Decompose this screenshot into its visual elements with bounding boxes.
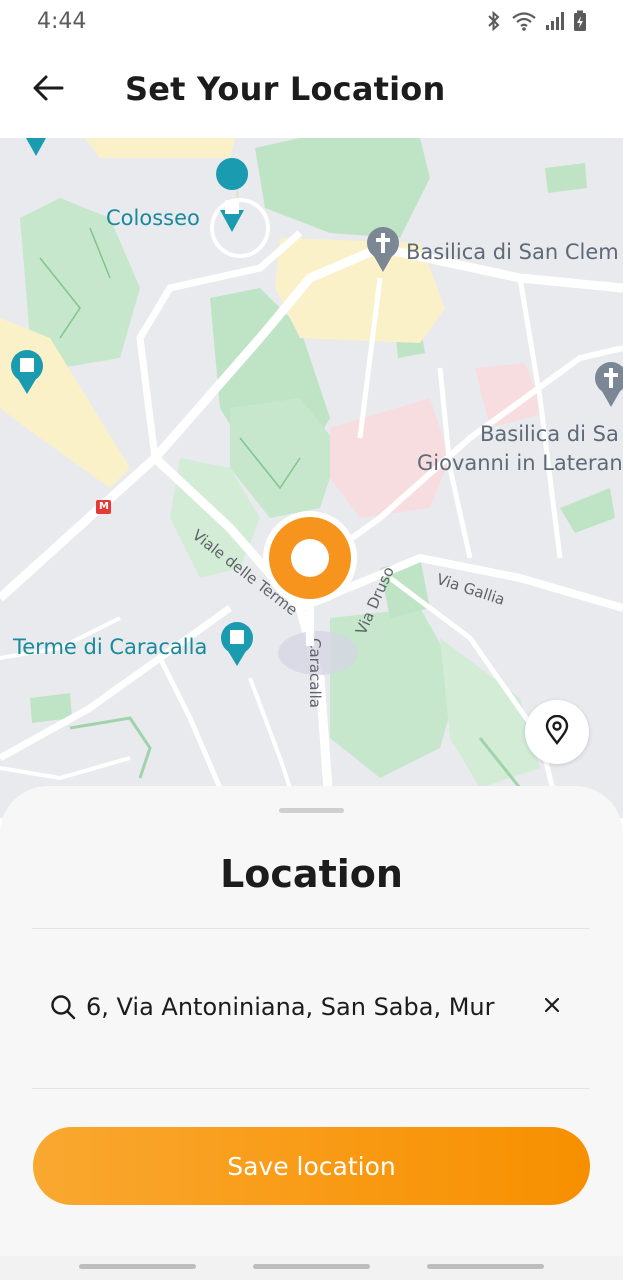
divider-top [32, 928, 590, 929]
laterano-marker [595, 362, 623, 407]
status-icons [485, 10, 587, 32]
top-left-marker [26, 138, 46, 156]
sheet-title: Location [220, 852, 403, 896]
screen: 4:44 Set Your Location Colosseo Basilica… [0, 0, 623, 1280]
arrow-left-icon [32, 74, 64, 107]
clear-search-button[interactable] [536, 991, 568, 1023]
wifi-icon [511, 10, 537, 32]
status-bar: 4:44 [0, 0, 623, 42]
label-basilica-sa[interactable]: Basilica di Sa [480, 422, 619, 446]
location-sheet: Location Save location [0, 786, 623, 1256]
system-nav-bar [0, 1256, 623, 1280]
nav-recents-button[interactable] [79, 1264, 196, 1269]
location-search-input[interactable] [86, 990, 526, 1024]
my-location-button[interactable] [525, 700, 589, 764]
back-button[interactable] [26, 68, 70, 112]
location-pin-marker-icon [263, 511, 357, 646]
label-basilica-clemente[interactable]: Basilica di San Clem [406, 240, 619, 264]
save-location-button[interactable]: Save location [33, 1127, 590, 1205]
colosseo-marker [216, 158, 249, 232]
page-title: Set Your Location [125, 70, 446, 108]
close-icon [544, 997, 560, 1018]
search-icon [50, 994, 76, 1025]
battery-charging-icon [573, 10, 587, 32]
metro-icon: M [99, 501, 109, 512]
app-bar: Set Your Location [0, 42, 623, 138]
divider-bottom [32, 1088, 590, 1089]
bluetooth-icon [485, 10, 503, 32]
label-terme-caracalla[interactable]: Terme di Caracalla [13, 635, 207, 659]
nav-home-button[interactable] [253, 1264, 370, 1269]
label-colosseo[interactable]: Colosseo [106, 206, 200, 230]
caracalla-marker [221, 622, 253, 666]
map-view[interactable]: Colosseo Basilica di San Clem Basilica d… [0, 138, 623, 818]
sheet-drag-handle[interactable] [279, 808, 344, 813]
location-pin[interactable] [258, 510, 362, 650]
status-time: 4:44 [37, 8, 87, 34]
location-pin-icon [544, 714, 570, 750]
search-row [32, 974, 590, 1040]
label-giovanni-laterano[interactable]: Giovanni in Laterano [417, 451, 623, 475]
nav-back-button[interactable] [427, 1264, 544, 1269]
signal-icon [545, 10, 565, 32]
